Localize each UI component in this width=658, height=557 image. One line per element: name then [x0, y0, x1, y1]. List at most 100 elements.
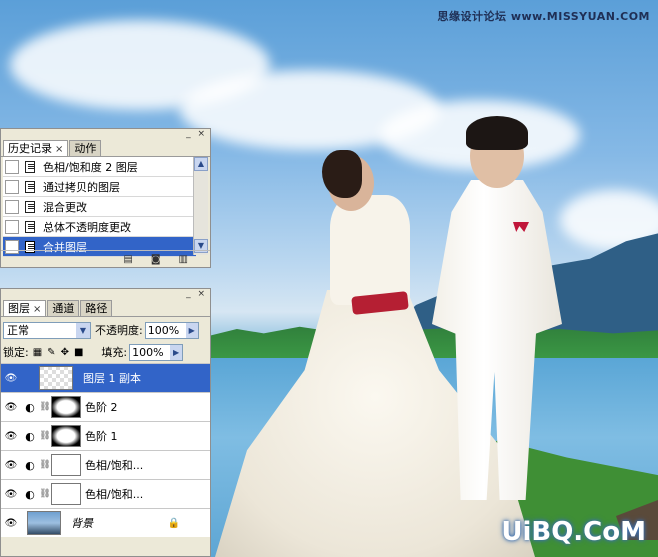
layer-thumbnail[interactable]: [39, 366, 73, 390]
layers-tabs: 图层 × 通道 路径: [1, 300, 210, 317]
bride-hair: [322, 150, 362, 198]
history-state-icon: [23, 220, 39, 234]
history-item-label: 总体不透明度更改: [43, 220, 131, 234]
link-chain-icon[interactable]: ⛓: [39, 431, 51, 441]
layer-mask-thumbnail[interactable]: [51, 483, 81, 505]
scroll-up-icon[interactable]: ▲: [194, 157, 208, 171]
history-item[interactable]: 总体不透明度更改: [3, 217, 196, 237]
camera-snapshot-icon[interactable]: ◙: [151, 254, 161, 265]
watermark-top: 思缘设计论坛 www.MISSYUAN.COM: [437, 10, 650, 23]
bride-bodice: [330, 195, 410, 305]
layer-name[interactable]: 色相/饱和...: [85, 457, 143, 473]
snapshot-source-checkbox[interactable]: [5, 179, 19, 194]
link-chain-icon[interactable]: ⛓: [39, 460, 51, 470]
history-state-icon: [23, 160, 39, 174]
new-document-icon[interactable]: ▤: [123, 254, 132, 265]
tab-layers[interactable]: 图层 ×: [3, 300, 47, 316]
tab-channels[interactable]: 通道: [47, 300, 80, 316]
trash-icon[interactable]: ▥: [179, 254, 188, 265]
lock-icon: 🔒: [167, 517, 180, 529]
layer-mask-thumbnail[interactable]: [51, 396, 81, 418]
history-item[interactable]: 色相/饱和度 2 图层: [3, 157, 196, 177]
eye-visibility-icon[interactable]: 👁: [1, 489, 21, 500]
history-item-label: 通过拷贝的图层: [43, 180, 120, 194]
close-icon[interactable]: ×: [33, 304, 41, 315]
history-item-label: 混合更改: [43, 200, 87, 214]
history-list: 色相/饱和度 2 图层 通过拷贝的图层 混合更改 总体不透明度更改 合并图层: [3, 157, 196, 257]
history-scrollbar[interactable]: ▲ ▼: [193, 157, 208, 255]
tab-actions-label: 动作: [74, 142, 97, 155]
layer-row[interactable]: 👁 ◐ ⛓ 色相/饱和...: [1, 479, 210, 508]
opacity-slider-icon[interactable]: ▶: [185, 322, 198, 338]
layer-row[interactable]: 👁 ◐ ⛓ 色相/饱和...: [1, 450, 210, 479]
history-state-icon: [23, 180, 39, 194]
panel-controls[interactable]: _ ×: [186, 289, 207, 299]
layer-row[interactable]: 👁 ◐ ⛓ 色阶 2: [1, 392, 210, 421]
history-item[interactable]: 混合更改: [3, 197, 196, 217]
layers-panel: _ × 图层 × 通道 路径 正常 ▼ 不透明度: 100% ▶ 锁定: ▦ ✎ …: [0, 288, 211, 557]
layer-mask-thumbnail[interactable]: [51, 425, 81, 447]
eye-visibility-icon[interactable]: 👁: [1, 373, 21, 384]
close-icon[interactable]: ×: [55, 144, 63, 155]
history-tabs: 历史记录 × 动作: [1, 140, 210, 157]
eye-visibility-icon[interactable]: 👁: [1, 518, 21, 529]
watermark-bottom: UiBQ.CoM: [501, 517, 646, 547]
layer-mask-thumbnail[interactable]: [51, 454, 81, 476]
chevron-down-icon[interactable]: ▼: [76, 322, 90, 338]
layer-row[interactable]: 👁 ◐ ⛓ 色阶 1: [1, 421, 210, 450]
layer-name[interactable]: 图层 1 副本: [83, 370, 141, 386]
link-chain-icon[interactable]: ⛓: [39, 489, 51, 499]
fill-slider-icon[interactable]: ▶: [170, 344, 183, 360]
layers-list: 👁 图层 1 副本 👁 ◐ ⛓ 色阶 2 👁 ◐ ⛓ 色阶 1 👁 ◐ ⛓ 色相…: [1, 363, 210, 537]
history-titlebar[interactable]: _ ×: [1, 129, 210, 140]
layer-name[interactable]: 色相/饱和...: [85, 486, 143, 502]
groom-hair: [466, 116, 528, 150]
fill-value: 100%: [132, 345, 164, 359]
eye-visibility-icon[interactable]: 👁: [1, 402, 21, 413]
history-footer: ▤ ◙ ▥: [1, 250, 210, 267]
eye-visibility-icon[interactable]: 👁: [1, 431, 21, 442]
history-panel: _ × 历史记录 × 动作 色相/饱和度 2 图层 通过拷贝的图层 混合更改 总体…: [0, 128, 211, 268]
snapshot-source-checkbox[interactable]: [5, 219, 19, 234]
fill-input[interactable]: 100% ▶: [129, 343, 184, 361]
panel-controls[interactable]: _ ×: [186, 129, 207, 139]
layer-thumbnail[interactable]: [27, 511, 61, 535]
tab-channels-label: 通道: [52, 302, 75, 315]
snapshot-source-checkbox[interactable]: [5, 159, 19, 174]
history-state-icon: [23, 200, 39, 214]
lock-position-icon[interactable]: ✥: [61, 347, 69, 358]
adjustment-layer-icon[interactable]: ◐: [21, 488, 39, 501]
tab-paths[interactable]: 路径: [80, 300, 113, 316]
blend-mode-select[interactable]: 正常 ▼: [3, 321, 91, 339]
opacity-value: 100%: [147, 323, 180, 337]
fill-label: 填充:: [101, 346, 128, 359]
layer-row[interactable]: 👁 背景 🔒: [1, 508, 210, 537]
tab-history-label: 历史记录: [8, 142, 52, 155]
eye-visibility-icon[interactable]: 👁: [1, 460, 21, 471]
history-item-label: 色相/饱和度 2 图层: [43, 160, 138, 174]
layer-name[interactable]: 色阶 1: [85, 428, 118, 444]
tab-layers-label: 图层: [8, 302, 30, 315]
adjustment-layer-icon[interactable]: ◐: [21, 459, 39, 472]
layer-name[interactable]: 背景: [71, 515, 93, 531]
lock-all-icon[interactable]: ■: [74, 347, 83, 358]
layer-name[interactable]: 色阶 2: [85, 399, 118, 415]
history-item[interactable]: 通过拷贝的图层: [3, 177, 196, 197]
blend-mode-value: 正常: [7, 324, 29, 337]
opacity-label: 不透明度:: [95, 324, 143, 337]
lock-row: 锁定: ▦ ✎ ✥ ■ 填充: 100% ▶: [1, 341, 210, 363]
layers-titlebar[interactable]: _ ×: [1, 289, 210, 300]
snapshot-source-checkbox[interactable]: [5, 199, 19, 214]
layer-row[interactable]: 👁 图层 1 副本: [1, 363, 210, 392]
blend-row: 正常 ▼ 不透明度: 100% ▶: [1, 317, 210, 341]
scroll-track[interactable]: [194, 171, 208, 239]
opacity-input[interactable]: 100% ▶: [144, 321, 199, 339]
adjustment-layer-icon[interactable]: ◐: [21, 430, 39, 443]
link-chain-icon[interactable]: ⛓: [39, 402, 51, 412]
lock-transparency-icon[interactable]: ▦: [33, 347, 42, 358]
lock-pixels-icon[interactable]: ✎: [47, 347, 55, 358]
tab-history[interactable]: 历史记录 ×: [3, 140, 69, 156]
lock-label: 锁定:: [3, 346, 29, 359]
tab-actions[interactable]: 动作: [69, 140, 102, 156]
adjustment-layer-icon[interactable]: ◐: [21, 401, 39, 414]
